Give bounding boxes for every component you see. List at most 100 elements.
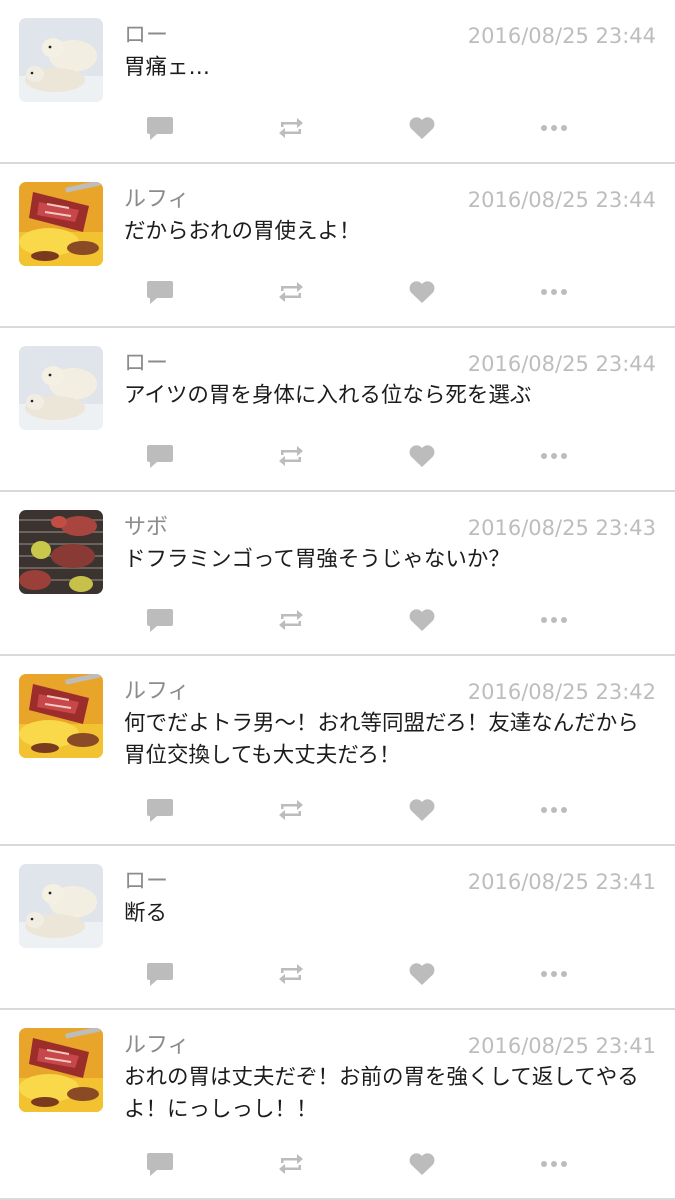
reply-button[interactable] [142, 1148, 178, 1180]
grilled-meat-avatar-icon [19, 674, 103, 758]
reply-icon [147, 799, 173, 822]
timestamp: 2016/08/25 23:44 [467, 188, 656, 212]
more-icon [541, 289, 567, 295]
user-name[interactable]: サボ [124, 512, 168, 544]
user-name[interactable]: ロー [124, 348, 168, 380]
polar-bear-avatar-icon [19, 864, 103, 948]
more-icon [541, 125, 567, 131]
retweet-icon [279, 282, 303, 302]
post-text: 何でだよトラ男〜！おれ等同盟だろ！友達なんだから胃位交換しても大丈夫だろ！ [124, 711, 639, 768]
more-icon [541, 617, 567, 623]
action-bar [0, 1148, 675, 1180]
action-bar [0, 276, 675, 308]
action-bar [0, 112, 675, 144]
avatar[interactable] [19, 1028, 103, 1112]
polar-bear-avatar-icon [19, 346, 103, 430]
reply-button[interactable] [142, 276, 178, 308]
retweet-button[interactable] [273, 794, 309, 826]
timestamp: 2016/08/25 23:44 [467, 24, 656, 48]
more-button[interactable] [536, 276, 572, 308]
user-name[interactable]: ロー [124, 866, 168, 898]
reply-button[interactable] [142, 604, 178, 636]
action-bar [0, 794, 675, 826]
retweet-button[interactable] [273, 112, 309, 144]
avatar[interactable] [19, 510, 103, 594]
user-name[interactable]: ルフィ [124, 676, 190, 708]
more-icon [541, 1161, 567, 1167]
heart-icon [409, 117, 435, 139]
user-name[interactable]: ルフィ [124, 184, 190, 216]
avatar[interactable] [19, 182, 103, 266]
retweet-icon [279, 1154, 303, 1174]
reply-icon [147, 609, 173, 632]
retweet-button[interactable] [273, 276, 309, 308]
like-button[interactable] [404, 1148, 440, 1180]
like-button[interactable] [404, 794, 440, 826]
more-button[interactable] [536, 440, 572, 472]
retweet-icon [279, 610, 303, 630]
post-text: おれの胃は丈夫だぞ！お前の胃を強くして返してやるよ！にっしっし！！ [124, 1065, 639, 1122]
heart-icon [409, 799, 435, 821]
more-button[interactable] [536, 1148, 572, 1180]
heart-icon [409, 445, 435, 467]
timeline-feed: ロー 2016/08/25 23:44 胃痛ェ… ルフィ 2016/08/25 … [0, 0, 675, 1200]
heart-icon [409, 609, 435, 631]
like-button[interactable] [404, 958, 440, 990]
timestamp: 2016/08/25 23:44 [467, 352, 656, 376]
action-bar [0, 958, 675, 990]
heart-icon [409, 281, 435, 303]
retweet-icon [279, 964, 303, 984]
action-bar [0, 604, 675, 636]
reply-button[interactable] [142, 112, 178, 144]
polar-bear-avatar-icon [19, 18, 103, 102]
grilled-meat-avatar-icon [19, 182, 103, 266]
more-button[interactable] [536, 112, 572, 144]
avatar[interactable] [19, 674, 103, 758]
retweet-button[interactable] [273, 604, 309, 636]
post-item[interactable]: ルフィ 2016/08/25 23:42 何でだよトラ男〜！おれ等同盟だろ！友達… [0, 656, 675, 846]
timestamp: 2016/08/25 23:43 [467, 516, 656, 540]
like-button[interactable] [404, 276, 440, 308]
post-text: 胃痛ェ… [124, 55, 211, 80]
retweet-button[interactable] [273, 1148, 309, 1180]
post-text: ドフラミンゴって胃強そうじゃないか？ [124, 547, 510, 572]
reply-icon [147, 963, 173, 986]
more-button[interactable] [536, 604, 572, 636]
timestamp: 2016/08/25 23:41 [467, 870, 656, 894]
post-item[interactable]: ロー 2016/08/25 23:44 胃痛ェ… [0, 0, 675, 164]
like-button[interactable] [404, 112, 440, 144]
more-icon [541, 807, 567, 813]
heart-icon [409, 963, 435, 985]
more-button[interactable] [536, 794, 572, 826]
post-text: 断る [124, 901, 168, 926]
post-item[interactable]: ルフィ 2016/08/25 23:41 おれの胃は丈夫だぞ！お前の胃を強くして… [0, 1010, 675, 1200]
user-name[interactable]: ルフィ [124, 1030, 190, 1062]
post-item[interactable]: サボ 2016/08/25 23:43 ドフラミンゴって胃強そうじゃないか？ [0, 492, 675, 656]
avatar[interactable] [19, 346, 103, 430]
retweet-icon [279, 800, 303, 820]
timestamp: 2016/08/25 23:41 [467, 1034, 656, 1058]
post-text: だからおれの胃使えよ！ [124, 219, 361, 244]
post-item[interactable]: ルフィ 2016/08/25 23:44 だからおれの胃使えよ！ [0, 164, 675, 328]
retweet-icon [279, 446, 303, 466]
post-item[interactable]: ロー 2016/08/25 23:41 断る [0, 846, 675, 1010]
more-button[interactable] [536, 958, 572, 990]
avatar[interactable] [19, 864, 103, 948]
post-text: アイツの胃を身体に入れる位なら死を選ぶ [124, 383, 532, 408]
retweet-button[interactable] [273, 440, 309, 472]
like-button[interactable] [404, 604, 440, 636]
reply-icon [147, 281, 173, 304]
reply-button[interactable] [142, 440, 178, 472]
avatar[interactable] [19, 18, 103, 102]
user-name[interactable]: ロー [124, 20, 168, 52]
retweet-button[interactable] [273, 958, 309, 990]
like-button[interactable] [404, 440, 440, 472]
heart-icon [409, 1153, 435, 1175]
post-item[interactable]: ロー 2016/08/25 23:44 アイツの胃を身体に入れる位なら死を選ぶ [0, 328, 675, 492]
reply-icon [147, 1153, 173, 1176]
action-bar [0, 440, 675, 472]
reply-button[interactable] [142, 794, 178, 826]
reply-button[interactable] [142, 958, 178, 990]
more-icon [541, 453, 567, 459]
reply-icon [147, 445, 173, 468]
